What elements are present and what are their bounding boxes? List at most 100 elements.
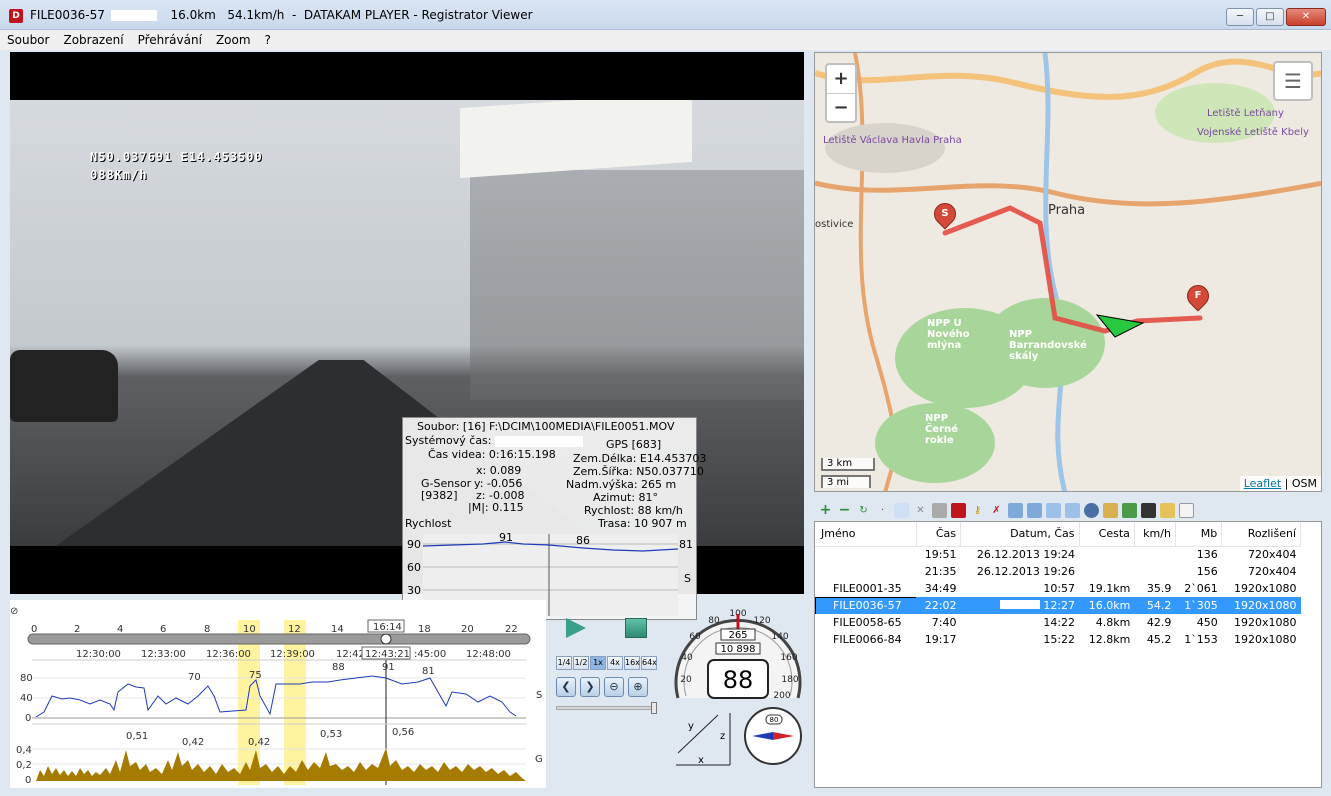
- info-m: |M|: 0.115: [468, 501, 524, 514]
- map-zoom-out-button[interactable]: −: [827, 93, 855, 121]
- speed-4x[interactable]: 4x: [607, 656, 623, 670]
- row-time: 22:02: [916, 597, 961, 614]
- zoom-out-icon[interactable]: ⊖: [604, 677, 624, 697]
- speed-half[interactable]: 1/2: [573, 656, 589, 670]
- film-icon[interactable]: [1141, 502, 1156, 518]
- gauge-speed: 88: [723, 666, 754, 694]
- prev-icon[interactable]: ❮: [556, 677, 576, 697]
- table-row[interactable]: FILE0058-65 7:40 14:22 4.8km 42.9 450 19…: [815, 614, 1301, 631]
- table-row[interactable]: 19:51 26.12.2013 19:24 136 720x404: [815, 546, 1301, 563]
- info-system-time-label: Systémový čas:: [405, 434, 492, 447]
- row-speed: 54.2: [1134, 597, 1176, 614]
- speed-1x[interactable]: 1x: [590, 656, 606, 670]
- scrub-handle[interactable]: [380, 633, 392, 645]
- menu-bar: Soubor Zobrazení Přehrávání Zoom?: [0, 30, 1331, 50]
- menu-soubor[interactable]: Soubor: [0, 30, 56, 50]
- title-app: DATAKAM PLAYER - Registrator Viewer: [303, 8, 533, 22]
- menu-help[interactable]: ?: [258, 30, 278, 50]
- maximize-button[interactable]: □: [1256, 8, 1284, 26]
- g-chart-label: G: [535, 754, 543, 765]
- col-name[interactable]: Jméno: [815, 522, 917, 547]
- remove-file-icon[interactable]: −: [837, 502, 852, 518]
- next-icon[interactable]: ❯: [580, 677, 600, 697]
- col-date[interactable]: Datum, Čas: [960, 522, 1080, 547]
- row-date: 10:57: [1043, 582, 1076, 595]
- speed-16x[interactable]: 16x: [624, 656, 640, 670]
- col-speed[interactable]: km/h: [1134, 522, 1176, 547]
- row-time: 21:35: [924, 565, 957, 578]
- cut-icon[interactable]: ✕: [913, 503, 928, 518]
- fullscreen-icon[interactable]: [1027, 502, 1042, 518]
- copy-icon[interactable]: [894, 502, 909, 518]
- volume-slider[interactable]: [556, 702, 657, 714]
- row-size: 1`153: [1184, 633, 1218, 646]
- table-row-selected[interactable]: FILE0036-57 22:02 12:27 16.0km 54.2 1`30…: [815, 597, 1301, 614]
- col-time[interactable]: Čas: [916, 522, 961, 547]
- delete-icon[interactable]: ✗: [989, 503, 1004, 518]
- row-date: 26.12.2013 19:26: [976, 565, 1076, 578]
- minute-8: 8: [204, 624, 210, 635]
- speed-64x[interactable]: 64x: [641, 656, 657, 670]
- map-view[interactable]: S F Praha ostivice Letiště Václava Havla…: [814, 52, 1322, 492]
- key-icon[interactable]: ⚷: [970, 503, 985, 518]
- video-overlay: N50.037691 E14.453500 088Km/h: [90, 148, 263, 184]
- row-name: FILE0058-65: [833, 616, 902, 629]
- row-speed: [1134, 546, 1175, 563]
- zoom-icon[interactable]: ⊘: [10, 606, 18, 617]
- table-row[interactable]: FILE0066-84 19:17 15:22 12.8km 45.2 1`15…: [815, 631, 1301, 648]
- g-peak-4: 0,53: [320, 729, 342, 740]
- minute-10: 10: [243, 624, 256, 635]
- col-track[interactable]: Cesta: [1079, 522, 1135, 547]
- speed-quarter[interactable]: 1/4: [556, 656, 572, 670]
- zoom-in-icon[interactable]: ⊕: [628, 677, 648, 697]
- minute-current: 16:14: [373, 622, 402, 633]
- clock-1233: 12:33:00: [141, 649, 186, 660]
- folder-icon[interactable]: [1160, 502, 1175, 518]
- scrub-track[interactable]: [27, 633, 531, 645]
- row-size: 2`061: [1184, 582, 1218, 595]
- volume-slider-knob[interactable]: [651, 702, 657, 714]
- export-icon[interactable]: [1008, 502, 1023, 518]
- menu-zoom[interactable]: Zoom: [209, 30, 258, 50]
- mini-peak-86: 86: [576, 534, 590, 547]
- map-label-rokle: NPP Černé rokle: [925, 413, 958, 446]
- timeline-svg[interactable]: ⊘ 0 2 4 6 8 10 12 14 16:14 18 20 22 12:3…: [10, 600, 546, 788]
- speed-peak-91: 91: [382, 662, 395, 673]
- close-button[interactable]: ✕: [1286, 8, 1326, 26]
- globe-icon[interactable]: [1084, 502, 1099, 518]
- split-icon[interactable]: [1065, 502, 1080, 518]
- play-button[interactable]: [566, 618, 586, 638]
- document-icon[interactable]: [1179, 502, 1194, 518]
- refresh-icon[interactable]: ↻: [856, 503, 871, 518]
- clock-1242: 12:42: [336, 649, 365, 660]
- row-track: [1079, 563, 1134, 580]
- row-name: [815, 546, 916, 563]
- map-icon[interactable]: [1122, 502, 1137, 518]
- row-size: 156: [1196, 565, 1218, 578]
- leaflet-link[interactable]: Leaflet: [1244, 477, 1281, 490]
- map-zoom-in-button[interactable]: +: [827, 65, 855, 93]
- stop-button[interactable]: [625, 618, 647, 638]
- gauge-tick-140: 140: [771, 632, 788, 642]
- table-row[interactable]: FILE0001-35 34:49 10:57 19.1km 35.9 2`06…: [815, 580, 1301, 597]
- chart-icon[interactable]: [1103, 502, 1118, 518]
- col-size[interactable]: Mb: [1175, 522, 1223, 547]
- row-size: 1`305: [1175, 597, 1222, 614]
- airport-area: [825, 123, 945, 173]
- table-row[interactable]: 21:35 26.12.2013 19:26 156 720x404: [815, 563, 1301, 580]
- row-name: FILE0001-35: [833, 582, 902, 595]
- row-resolution: 1920x1080: [1234, 633, 1297, 646]
- windows-icon[interactable]: [1046, 502, 1061, 518]
- col-resolution[interactable]: Rozlišení: [1221, 522, 1301, 547]
- minute-20: 20: [461, 624, 474, 635]
- snapshot-icon[interactable]: [951, 502, 966, 518]
- menu-prehravani[interactable]: Přehrávání: [131, 30, 209, 50]
- save-icon[interactable]: [932, 502, 947, 518]
- add-file-icon[interactable]: +: [818, 502, 833, 518]
- row-resolution: 1920x1080: [1234, 616, 1297, 629]
- map-layers-icon[interactable]: ☰: [1273, 61, 1313, 101]
- minimize-button[interactable]: ─: [1226, 8, 1254, 26]
- menu-zobrazeni[interactable]: Zobrazení: [56, 30, 130, 50]
- speed-peak-81: 81: [422, 666, 435, 677]
- speed-peak-75: 75: [249, 670, 262, 681]
